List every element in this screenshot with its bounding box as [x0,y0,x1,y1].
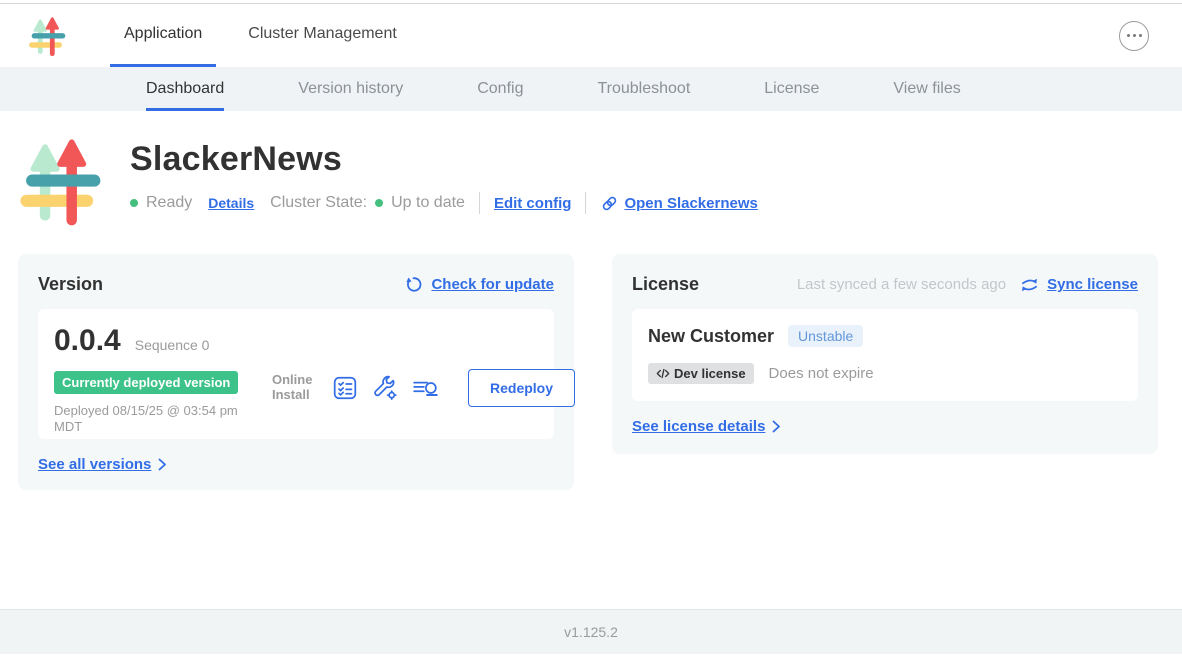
console-version: v1.125.2 [564,624,618,640]
license-type-badge: Dev license [648,363,754,384]
details-link[interactable]: Details [208,195,254,211]
tab-application[interactable]: Application [110,4,216,67]
subnav-tab-license[interactable]: License [764,67,819,111]
code-icon [656,367,670,380]
open-app-link[interactable]: Open Slackernews [624,195,757,212]
deploy-logs-icon[interactable] [412,375,440,401]
license-card-title: License [632,274,699,295]
app-logo-small [28,4,66,67]
license-card: License Last synced a few seconds ago Sy… [612,254,1158,454]
version-number: 0.0.4 [54,324,121,358]
console-footer: v1.125.2 [0,609,1182,654]
deployed-badge: Currently deployed version [54,371,238,394]
subnav-tab-view-files[interactable]: View files [893,67,960,111]
cluster-state-label: Cluster State: [270,194,367,212]
divider [585,192,586,214]
refresh-icon [404,275,423,294]
tab-cluster-management[interactable]: Cluster Management [234,4,411,67]
install-type-label: Online Install [272,373,318,403]
divider [479,192,480,214]
chevron-right-icon [772,420,781,433]
preflight-checks-icon[interactable] [332,375,358,401]
link-icon [600,194,619,213]
subnav-tab-dashboard[interactable]: Dashboard [146,67,224,111]
subnav-tab-config[interactable]: Config [477,67,523,111]
top-navbar: Application Cluster Management [0,4,1182,67]
app-status-text: Ready [146,194,192,212]
ellipsis-icon [1133,34,1136,37]
sync-icon [1020,277,1039,293]
cluster-state-text: Up to date [391,194,465,212]
edit-config-link[interactable]: Edit config [494,195,572,212]
dashboard-content: SlackerNews Ready Details Cluster State:… [0,111,1182,609]
see-license-details-link[interactable]: See license details [632,418,765,435]
sync-license-link[interactable]: Sync license [1047,276,1138,293]
chevron-right-icon [158,458,167,471]
slackernews-logo-large [18,134,102,228]
deployed-timestamp: Deployed 08/15/25 @ 03:54 pm MDT [54,403,254,434]
config-wrench-icon[interactable] [372,375,398,401]
subnav-tab-troubleshoot[interactable]: Troubleshoot [597,67,690,111]
check-for-update-link[interactable]: Check for update [431,276,554,293]
sequence-label: Sequence 0 [135,337,210,353]
version-card-title: Version [38,274,103,295]
license-details-panel: New Customer Unstable Dev license Does n… [632,309,1138,401]
ellipsis-icon [1139,34,1142,37]
last-synced-text: Last synced a few seconds ago [797,276,1006,293]
app-status-dot [130,199,138,207]
more-options-button[interactable] [1119,21,1149,51]
cluster-state-dot [375,199,383,207]
app-subnav: Dashboard Version history Config Trouble… [0,67,1182,111]
current-version-panel: 0.0.4 Sequence 0 Currently deployed vers… [38,309,554,439]
subnav-tab-version-history[interactable]: Version history [298,67,403,111]
ellipsis-icon [1127,34,1130,37]
page-title: SlackerNews [130,140,758,179]
customer-name: New Customer [648,326,774,347]
channel-badge: Unstable [788,325,863,347]
slackernews-logo-icon [28,15,66,57]
see-all-versions-link[interactable]: See all versions [38,456,151,473]
license-expiry-text: Does not expire [769,365,874,382]
app-status-row: Ready Details Cluster State: Up to date … [130,192,758,214]
redeploy-button[interactable]: Redeploy [468,369,575,407]
version-card: Version Check for update 0.0.4 Sequence … [18,254,574,490]
